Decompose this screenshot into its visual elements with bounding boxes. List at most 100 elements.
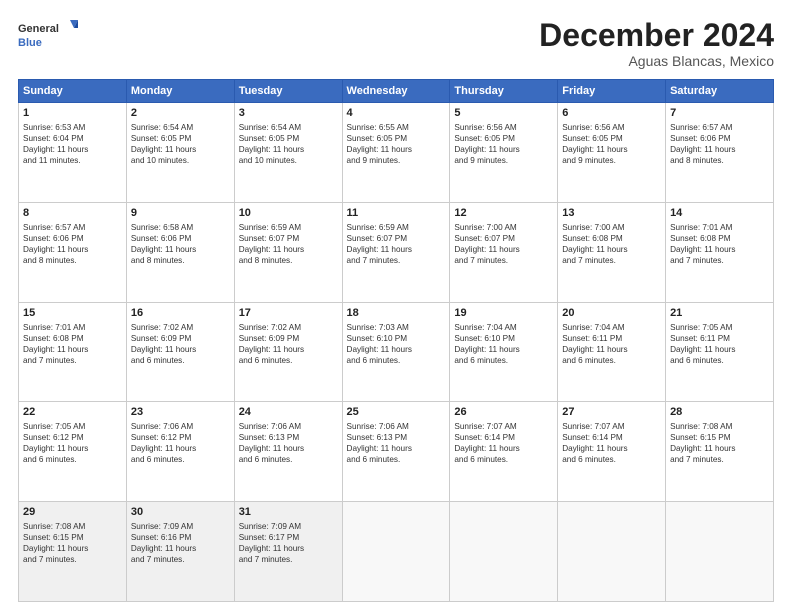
calendar-week-2: 8Sunrise: 6:57 AM Sunset: 6:06 PM Daylig… bbox=[19, 202, 774, 302]
day-detail: Sunrise: 7:07 AM Sunset: 6:14 PM Dayligh… bbox=[454, 421, 553, 465]
calendar-cell: 6Sunrise: 6:56 AM Sunset: 6:05 PM Daylig… bbox=[558, 103, 666, 203]
day-detail: Sunrise: 6:55 AM Sunset: 6:05 PM Dayligh… bbox=[347, 122, 446, 166]
calendar-cell: 31Sunrise: 7:09 AM Sunset: 6:17 PM Dayli… bbox=[234, 502, 342, 602]
calendar-week-4: 22Sunrise: 7:05 AM Sunset: 6:12 PM Dayli… bbox=[19, 402, 774, 502]
day-detail: Sunrise: 6:59 AM Sunset: 6:07 PM Dayligh… bbox=[239, 222, 338, 266]
logo-svg: General Blue bbox=[18, 18, 78, 56]
calendar-header-thursday: Thursday bbox=[450, 80, 558, 103]
day-detail: Sunrise: 6:58 AM Sunset: 6:06 PM Dayligh… bbox=[131, 222, 230, 266]
calendar-week-3: 15Sunrise: 7:01 AM Sunset: 6:08 PM Dayli… bbox=[19, 302, 774, 402]
calendar-cell: 11Sunrise: 6:59 AM Sunset: 6:07 PM Dayli… bbox=[342, 202, 450, 302]
calendar-cell: 26Sunrise: 7:07 AM Sunset: 6:14 PM Dayli… bbox=[450, 402, 558, 502]
day-detail: Sunrise: 6:53 AM Sunset: 6:04 PM Dayligh… bbox=[23, 122, 122, 166]
day-number: 21 bbox=[670, 306, 769, 321]
calendar-table: SundayMondayTuesdayWednesdayThursdayFrid… bbox=[18, 79, 774, 602]
calendar-cell: 17Sunrise: 7:02 AM Sunset: 6:09 PM Dayli… bbox=[234, 302, 342, 402]
day-number: 4 bbox=[347, 106, 446, 121]
day-number: 23 bbox=[131, 405, 230, 420]
calendar-cell: 9Sunrise: 6:58 AM Sunset: 6:06 PM Daylig… bbox=[126, 202, 234, 302]
day-number: 9 bbox=[131, 206, 230, 221]
calendar-header-row: SundayMondayTuesdayWednesdayThursdayFrid… bbox=[19, 80, 774, 103]
calendar-cell: 10Sunrise: 6:59 AM Sunset: 6:07 PM Dayli… bbox=[234, 202, 342, 302]
day-number: 24 bbox=[239, 405, 338, 420]
day-number: 14 bbox=[670, 206, 769, 221]
day-number: 20 bbox=[562, 306, 661, 321]
day-detail: Sunrise: 7:09 AM Sunset: 6:16 PM Dayligh… bbox=[131, 521, 230, 565]
day-number: 12 bbox=[454, 206, 553, 221]
calendar-cell bbox=[342, 502, 450, 602]
calendar-header-monday: Monday bbox=[126, 80, 234, 103]
day-detail: Sunrise: 7:04 AM Sunset: 6:10 PM Dayligh… bbox=[454, 322, 553, 366]
page: General Blue December 2024 Aguas Blancas… bbox=[0, 0, 792, 612]
day-detail: Sunrise: 7:01 AM Sunset: 6:08 PM Dayligh… bbox=[670, 222, 769, 266]
calendar-cell: 8Sunrise: 6:57 AM Sunset: 6:06 PM Daylig… bbox=[19, 202, 127, 302]
day-detail: Sunrise: 7:01 AM Sunset: 6:08 PM Dayligh… bbox=[23, 322, 122, 366]
day-detail: Sunrise: 7:07 AM Sunset: 6:14 PM Dayligh… bbox=[562, 421, 661, 465]
day-number: 2 bbox=[131, 106, 230, 121]
day-detail: Sunrise: 7:06 AM Sunset: 6:12 PM Dayligh… bbox=[131, 421, 230, 465]
day-number: 26 bbox=[454, 405, 553, 420]
calendar-cell: 30Sunrise: 7:09 AM Sunset: 6:16 PM Dayli… bbox=[126, 502, 234, 602]
month-title: December 2024 bbox=[539, 18, 774, 53]
calendar-cell bbox=[666, 502, 774, 602]
day-detail: Sunrise: 7:00 AM Sunset: 6:07 PM Dayligh… bbox=[454, 222, 553, 266]
calendar-cell: 27Sunrise: 7:07 AM Sunset: 6:14 PM Dayli… bbox=[558, 402, 666, 502]
calendar-cell: 5Sunrise: 6:56 AM Sunset: 6:05 PM Daylig… bbox=[450, 103, 558, 203]
day-detail: Sunrise: 7:06 AM Sunset: 6:13 PM Dayligh… bbox=[347, 421, 446, 465]
day-number: 6 bbox=[562, 106, 661, 121]
calendar-cell: 12Sunrise: 7:00 AM Sunset: 6:07 PM Dayli… bbox=[450, 202, 558, 302]
day-detail: Sunrise: 7:09 AM Sunset: 6:17 PM Dayligh… bbox=[239, 521, 338, 565]
day-detail: Sunrise: 7:04 AM Sunset: 6:11 PM Dayligh… bbox=[562, 322, 661, 366]
day-number: 19 bbox=[454, 306, 553, 321]
svg-text:General: General bbox=[18, 23, 59, 35]
day-detail: Sunrise: 7:05 AM Sunset: 6:12 PM Dayligh… bbox=[23, 421, 122, 465]
calendar-header-sunday: Sunday bbox=[19, 80, 127, 103]
header: General Blue December 2024 Aguas Blancas… bbox=[18, 18, 774, 69]
calendar-cell: 3Sunrise: 6:54 AM Sunset: 6:05 PM Daylig… bbox=[234, 103, 342, 203]
day-number: 15 bbox=[23, 306, 122, 321]
day-detail: Sunrise: 6:56 AM Sunset: 6:05 PM Dayligh… bbox=[562, 122, 661, 166]
day-detail: Sunrise: 7:06 AM Sunset: 6:13 PM Dayligh… bbox=[239, 421, 338, 465]
day-number: 5 bbox=[454, 106, 553, 121]
day-detail: Sunrise: 7:03 AM Sunset: 6:10 PM Dayligh… bbox=[347, 322, 446, 366]
calendar-cell: 2Sunrise: 6:54 AM Sunset: 6:05 PM Daylig… bbox=[126, 103, 234, 203]
calendar-cell: 24Sunrise: 7:06 AM Sunset: 6:13 PM Dayli… bbox=[234, 402, 342, 502]
calendar-cell: 14Sunrise: 7:01 AM Sunset: 6:08 PM Dayli… bbox=[666, 202, 774, 302]
day-number: 29 bbox=[23, 505, 122, 520]
day-number: 11 bbox=[347, 206, 446, 221]
calendar-cell bbox=[450, 502, 558, 602]
logo: General Blue bbox=[18, 18, 78, 56]
day-detail: Sunrise: 7:00 AM Sunset: 6:08 PM Dayligh… bbox=[562, 222, 661, 266]
day-detail: Sunrise: 6:54 AM Sunset: 6:05 PM Dayligh… bbox=[239, 122, 338, 166]
calendar-header-saturday: Saturday bbox=[666, 80, 774, 103]
day-detail: Sunrise: 6:59 AM Sunset: 6:07 PM Dayligh… bbox=[347, 222, 446, 266]
day-detail: Sunrise: 7:08 AM Sunset: 6:15 PM Dayligh… bbox=[23, 521, 122, 565]
calendar-cell: 28Sunrise: 7:08 AM Sunset: 6:15 PM Dayli… bbox=[666, 402, 774, 502]
day-number: 31 bbox=[239, 505, 338, 520]
day-number: 3 bbox=[239, 106, 338, 121]
day-number: 1 bbox=[23, 106, 122, 121]
day-detail: Sunrise: 7:08 AM Sunset: 6:15 PM Dayligh… bbox=[670, 421, 769, 465]
calendar-cell: 20Sunrise: 7:04 AM Sunset: 6:11 PM Dayli… bbox=[558, 302, 666, 402]
calendar-cell: 19Sunrise: 7:04 AM Sunset: 6:10 PM Dayli… bbox=[450, 302, 558, 402]
day-number: 16 bbox=[131, 306, 230, 321]
calendar-cell: 1Sunrise: 6:53 AM Sunset: 6:04 PM Daylig… bbox=[19, 103, 127, 203]
day-detail: Sunrise: 6:56 AM Sunset: 6:05 PM Dayligh… bbox=[454, 122, 553, 166]
day-detail: Sunrise: 7:02 AM Sunset: 6:09 PM Dayligh… bbox=[239, 322, 338, 366]
day-number: 30 bbox=[131, 505, 230, 520]
calendar-cell: 15Sunrise: 7:01 AM Sunset: 6:08 PM Dayli… bbox=[19, 302, 127, 402]
calendar-cell: 22Sunrise: 7:05 AM Sunset: 6:12 PM Dayli… bbox=[19, 402, 127, 502]
day-number: 10 bbox=[239, 206, 338, 221]
calendar-header-wednesday: Wednesday bbox=[342, 80, 450, 103]
day-number: 22 bbox=[23, 405, 122, 420]
day-number: 28 bbox=[670, 405, 769, 420]
svg-text:Blue: Blue bbox=[18, 37, 42, 49]
calendar-cell: 29Sunrise: 7:08 AM Sunset: 6:15 PM Dayli… bbox=[19, 502, 127, 602]
day-number: 8 bbox=[23, 206, 122, 221]
day-number: 25 bbox=[347, 405, 446, 420]
day-number: 18 bbox=[347, 306, 446, 321]
day-detail: Sunrise: 7:05 AM Sunset: 6:11 PM Dayligh… bbox=[670, 322, 769, 366]
calendar-header-tuesday: Tuesday bbox=[234, 80, 342, 103]
day-number: 17 bbox=[239, 306, 338, 321]
day-number: 27 bbox=[562, 405, 661, 420]
